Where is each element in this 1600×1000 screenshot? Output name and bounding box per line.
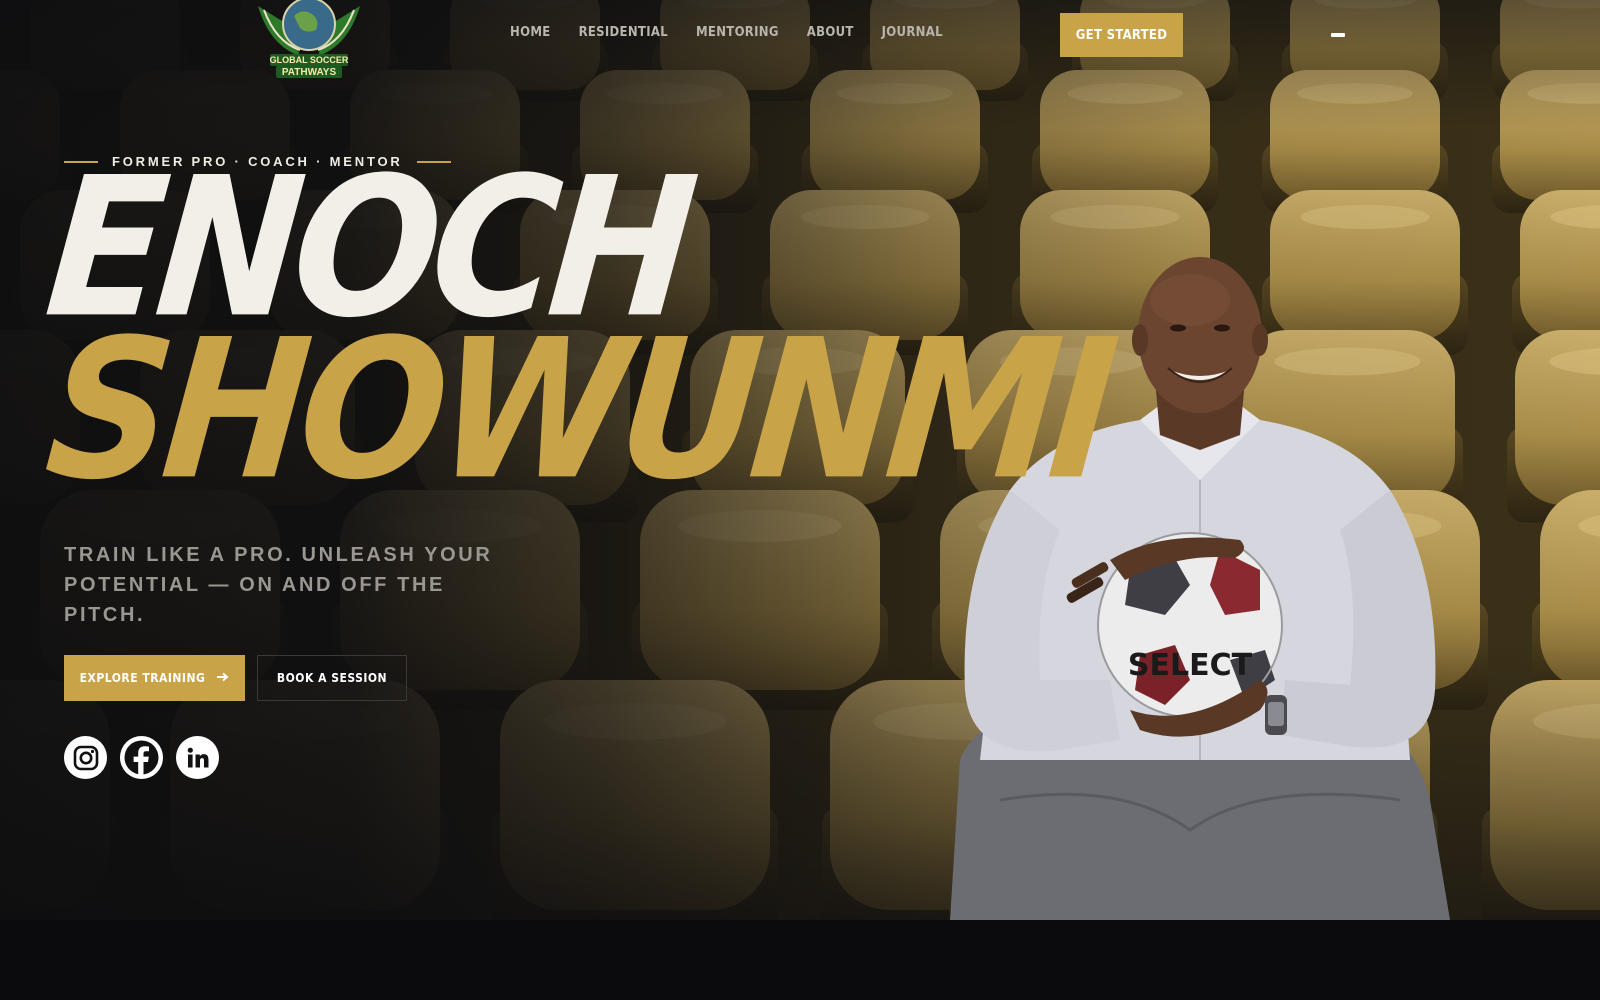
explore-training-button[interactable]: EXPLORE TRAINING <box>64 655 245 701</box>
logo-line-2: PATHWAYS <box>282 67 337 78</box>
book-a-session-button[interactable]: BOOK A SESSION <box>257 655 407 701</box>
nav-item-home[interactable]: HOME <box>510 25 551 40</box>
footer-band <box>0 920 1600 1000</box>
nav-item-mentoring[interactable]: MENTORING <box>696 25 779 40</box>
hero-tagline: TRAIN LIKE A PRO. UNLEASH YOUR POTENTIAL… <box>64 544 493 626</box>
social-links <box>64 736 219 779</box>
get-started-button[interactable]: GET STARTED <box>1060 13 1183 57</box>
arrow-right-icon <box>217 671 229 685</box>
ball-brand-text: SELECT <box>1128 648 1253 683</box>
nav-item-about[interactable]: ABOUT <box>807 25 854 40</box>
global-soccer-pathways-logo[interactable]: GLOBAL SOCCER PATHWAYS <box>250 0 368 82</box>
nav-item-residential[interactable]: RESIDENTIAL <box>579 25 668 40</box>
nav-item-journal[interactable]: JOURNAL <box>882 25 943 40</box>
facebook-icon[interactable] <box>120 736 163 779</box>
explore-training-label: EXPLORE TRAINING <box>79 671 206 685</box>
linkedin-icon[interactable] <box>176 736 219 779</box>
menu-icon[interactable] <box>1327 28 1351 42</box>
hero-last-name: SHOWUNMI <box>38 297 1119 523</box>
instagram-icon[interactable] <box>64 736 107 779</box>
main-nav: HOME RESIDENTIAL MENTORING ABOUT JOURNAL <box>510 25 943 40</box>
logo-line-1: GLOBAL SOCCER <box>270 55 349 65</box>
